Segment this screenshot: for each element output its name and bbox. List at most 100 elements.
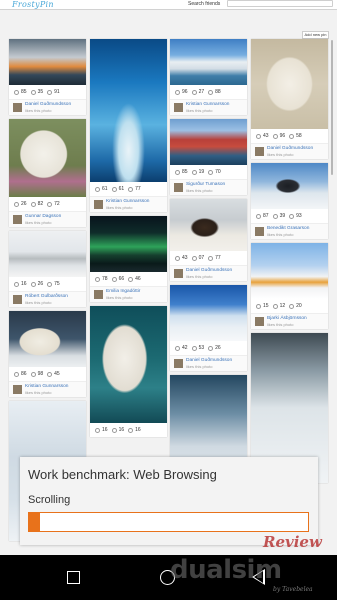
avatar[interactable]: [13, 103, 22, 112]
avatar[interactable]: [13, 295, 22, 304]
user-name-link[interactable]: Benedikt Grasarson: [267, 226, 309, 232]
pin-card[interactable]: 85 35 91 Daniel Guðmundsson likes this photo: [9, 39, 86, 115]
stat-item[interactable]: 27: [191, 89, 204, 95]
stat-item[interactable]: 82: [30, 201, 43, 207]
stat-item[interactable]: 42: [175, 345, 188, 351]
pin-photo[interactable]: [170, 119, 247, 165]
pin-card[interactable]: 42 53 26 Daniel Guðmundsson likes this photo: [170, 285, 247, 371]
stat-item[interactable]: 35: [30, 89, 43, 95]
stat-item[interactable]: 39: [272, 213, 285, 219]
stat-item[interactable]: 96: [175, 89, 188, 95]
pin-card[interactable]: 26 82 72 Gunnar Dagsson likes this photo: [9, 119, 86, 227]
stat-item[interactable]: 61: [95, 186, 108, 192]
pin-photo[interactable]: [251, 243, 328, 299]
stat-item[interactable]: 86: [14, 371, 27, 377]
user-name-link[interactable]: Kristian Gunnarsson: [25, 384, 68, 390]
stat-item[interactable]: 15: [256, 303, 269, 309]
stat-item[interactable]: 07: [191, 255, 204, 261]
pin-card[interactable]: 96 27 88 Kristian Gunnarsson likes this phot…: [170, 39, 247, 115]
pin-photo[interactable]: [9, 119, 86, 197]
stat-item[interactable]: 87: [256, 213, 269, 219]
stat-item[interactable]: 19: [191, 169, 204, 175]
user-name-link[interactable]: Daniel Guðmundsson: [186, 268, 232, 274]
pin-photo[interactable]: [251, 163, 328, 209]
avatar[interactable]: [94, 200, 103, 209]
stat-item[interactable]: 70: [208, 169, 221, 175]
user-name-link[interactable]: Sigurður Tumason: [186, 182, 225, 188]
stat-item[interactable]: 85: [175, 169, 188, 175]
stat-item[interactable]: 88: [208, 89, 221, 95]
stat-item[interactable]: 16: [14, 281, 27, 287]
avatar[interactable]: [174, 269, 183, 278]
pin-photo[interactable]: [170, 285, 247, 341]
search-input[interactable]: [227, 0, 333, 7]
stat-item[interactable]: 78: [95, 276, 108, 282]
pin-card[interactable]: 43 07 77 Daniel Guðmundsson likes this photo: [170, 199, 247, 281]
pin-card[interactable]: 61 61 77 Kristian Gunnarsson likes this phot…: [90, 39, 167, 212]
recent-apps-icon[interactable]: [67, 571, 80, 584]
pin-photo[interactable]: [90, 216, 167, 272]
add-pin-button[interactable]: Add new pin: [302, 31, 329, 39]
pin-card[interactable]: 78 66 46 Emilia Ingadóttir likes this photo: [90, 216, 167, 302]
stat-item[interactable]: 91: [47, 89, 60, 95]
pin-photo[interactable]: [90, 306, 167, 423]
pin-photo[interactable]: [9, 231, 86, 277]
avatar[interactable]: [94, 290, 103, 299]
pin-photo[interactable]: [9, 39, 86, 85]
stat-item[interactable]: 26: [14, 201, 27, 207]
stat-item[interactable]: 45: [47, 371, 60, 377]
stat-item[interactable]: 20: [289, 303, 302, 309]
avatar[interactable]: [255, 227, 264, 236]
avatar[interactable]: [174, 103, 183, 112]
stat-item[interactable]: 93: [289, 213, 302, 219]
pin-card[interactable]: 16 26 75 Róbert Gulbarðsson likes this photo: [9, 231, 86, 307]
avatar[interactable]: [255, 147, 264, 156]
user-name-link[interactable]: Daniel Guðmundsson: [25, 102, 71, 108]
user-name-link[interactable]: Kristian Gunnarsson: [186, 102, 229, 108]
user-name-link[interactable]: Bjarki Ásbjörnsson: [267, 316, 307, 322]
pin-photo[interactable]: [9, 311, 86, 367]
avatar[interactable]: [13, 385, 22, 394]
pin-photo[interactable]: [251, 39, 328, 129]
avatar[interactable]: [13, 215, 22, 224]
pin-photo[interactable]: [170, 199, 247, 251]
stat-item[interactable]: 16: [95, 427, 108, 433]
stat-item[interactable]: 43: [175, 255, 188, 261]
stat-item[interactable]: 77: [128, 186, 141, 192]
stat-item[interactable]: 72: [47, 201, 60, 207]
stat-item[interactable]: 96: [272, 133, 285, 139]
stat-item[interactable]: 75: [47, 281, 60, 287]
pin-photo[interactable]: [90, 39, 167, 182]
user-name-link[interactable]: Kristian Gunnarsson: [106, 199, 149, 205]
pin-card[interactable]: 86 98 45 Kristian Gunnarsson likes this phot…: [9, 311, 86, 397]
stat-item[interactable]: 26: [208, 345, 221, 351]
stat-item[interactable]: 85: [14, 89, 27, 95]
pin-card[interactable]: 85 19 70 Sigurður Tumason likes this photo: [170, 119, 247, 195]
avatar[interactable]: [174, 183, 183, 192]
stat-item[interactable]: 46: [128, 276, 141, 282]
user-name-link[interactable]: Emilia Ingadóttir: [106, 289, 140, 295]
stat-item[interactable]: 98: [30, 371, 43, 377]
stat-item[interactable]: 53: [191, 345, 204, 351]
stat-item[interactable]: 58: [289, 133, 302, 139]
stat-item[interactable]: 16: [111, 427, 124, 433]
pin-card[interactable]: 87 39 93 Benedikt Grasarson likes this photo: [251, 163, 328, 239]
stat-item[interactable]: 26: [30, 281, 43, 287]
stat-item[interactable]: 16: [128, 427, 141, 433]
scrollbar[interactable]: [331, 40, 333, 175]
stat-item[interactable]: 61: [111, 186, 124, 192]
avatar[interactable]: [255, 317, 264, 326]
user-name-link[interactable]: Daniel Guðmundsson: [267, 146, 313, 152]
user-name-link[interactable]: Róbert Gulbarðsson: [25, 294, 68, 300]
stat-item[interactable]: 12: [272, 303, 285, 309]
pin-photo[interactable]: [170, 39, 247, 85]
site-logo[interactable]: FrostyPin: [12, 0, 54, 9]
stat-item[interactable]: 43: [256, 133, 269, 139]
user-name-link[interactable]: Daniel Guðmundsson: [186, 358, 232, 364]
avatar[interactable]: [174, 359, 183, 368]
pin-card[interactable]: 15 12 20 Bjarki Ásbjörnsson likes this photo: [251, 243, 328, 329]
pin-card[interactable]: 43 96 58 Daniel Guðmundsson likes this photo: [251, 39, 328, 159]
stat-item[interactable]: 77: [208, 255, 221, 261]
user-name-link[interactable]: Gunnar Dagsson: [25, 214, 61, 220]
stat-item[interactable]: 66: [111, 276, 124, 282]
